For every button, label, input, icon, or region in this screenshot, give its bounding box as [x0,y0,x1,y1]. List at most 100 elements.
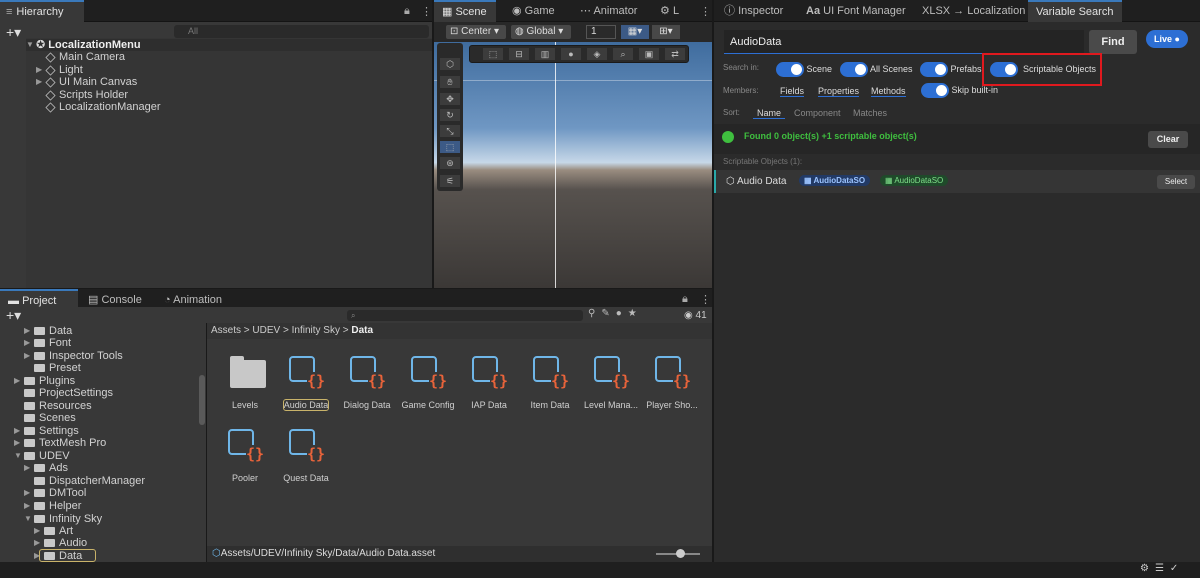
tree-scrollbar[interactable] [199,375,205,425]
gameobject-icon [45,90,56,101]
project-folder[interactable]: ▶ Data [24,325,72,337]
hierarchy-item[interactable]: Scripts Holder [45,89,128,101]
project-folder[interactable]: Resources [14,400,92,412]
methods-filter[interactable]: Methods [871,86,906,97]
hierarchy-item[interactable]: ▶ UI Main Canvas [36,76,137,88]
asset-item[interactable]: {} Item Data [521,354,579,410]
asset-item[interactable]: {} IAP Data [460,354,518,410]
select-button[interactable]: Select [1157,175,1195,189]
move-tool-icon[interactable]: ✥ [439,92,461,106]
icon-size-slider-thumb[interactable] [676,549,685,558]
grid-icon: ▦ [442,6,453,18]
project-folder[interactable]: ▶ Helper [24,500,81,512]
project-folder[interactable]: ▶ Font [24,337,71,349]
project-folder[interactable]: ▶ Settings [14,425,79,437]
rect-transform-icon[interactable]: ⬚ [439,140,461,154]
project-folder[interactable]: ▶ Ads [24,462,68,474]
project-folder[interactable]: ▼ Infinity Sky [24,513,102,525]
all-scenes-toggle[interactable]: All Scenes [840,62,913,77]
project-folder[interactable]: ▼ UDEV [14,450,70,462]
breadcrumb-item[interactable]: Infinity Sky [292,325,340,336]
live-toggle[interactable]: Live ● [1146,30,1188,48]
asset-item[interactable]: {} Level Mana... [582,354,640,410]
breadcrumb-item[interactable]: Data [351,325,373,336]
project-folder[interactable]: ▶ Audio [34,537,87,549]
snap-toggle-button[interactable]: ⊞▾ [652,25,680,39]
properties-filter[interactable]: Properties [818,86,860,97]
tab-localization[interactable]: ⚙ L [652,0,692,22]
sort-name[interactable]: Name [753,108,786,119]
grid-tool-icon[interactable]: ▥ [534,47,556,61]
tab-game[interactable]: ◉ Game [504,0,563,22]
lock-icon[interactable]: 🔒︎ [404,5,410,18]
tab-xlsx-localization[interactable]: XLSX → Localization [914,0,1033,22]
prefabs-toggle[interactable]: Prefabs [920,62,982,77]
scene-view[interactable] [434,42,712,288]
filter-icons[interactable]: ⚲✎●★ [588,308,643,319]
hierarchy-item[interactable]: Main Camera [45,51,125,63]
rotate-tool-icon[interactable]: ↻ [439,108,461,122]
hierarchy-item[interactable]: ▶ Light [36,64,83,76]
asset-item[interactable]: {} Pooler [216,427,274,483]
project-search[interactable]: ⌕ [347,310,583,321]
hierarchy-item[interactable]: LocalizationManager [45,101,161,113]
more-menu-icon[interactable]: ⋮ [700,293,711,306]
result-row[interactable] [714,170,1200,193]
circle-tool-icon[interactable]: ● [560,47,582,61]
asset-item[interactable]: {} Game Config [399,354,457,410]
project-folder[interactable]: ▶ Art [34,525,73,537]
tab-variable-search[interactable]: Variable Search [1028,0,1122,22]
camera-tool-icon[interactable]: ▣ [638,47,660,61]
grid-snap-input[interactable]: 1 [586,25,616,39]
project-folder[interactable]: Preset [24,362,81,374]
transform-all-icon[interactable]: ⊛ [439,156,461,170]
tab-scene[interactable]: ▦ Scene [434,0,496,22]
grid-toggle-button[interactable]: ▦▾ [621,25,649,39]
clear-button[interactable]: Clear [1148,131,1188,148]
asset-item[interactable]: Levels [216,354,274,410]
lock-icon[interactable]: 🔒︎ [682,293,688,306]
rect-tool-icon[interactable]: ⬚ [482,47,504,61]
asset-item[interactable]: {} Dialog Data [338,354,396,410]
hand-tool-icon[interactable]: ✋︎ [439,75,461,89]
scene-gizmo-line [555,42,556,288]
create-button[interactable]: +▾ [6,24,21,41]
more-menu-icon[interactable]: ⋮ [700,5,711,18]
project-folder[interactable]: Scenes [14,412,76,424]
more-menu-icon[interactable]: ⋮ [421,5,432,18]
skip-builtin-toggle[interactable]: Skip built-in [921,83,998,98]
project-folder[interactable]: ▶ DMTool [24,487,86,499]
status-icons[interactable]: ⚙☰✓ [1140,563,1184,574]
project-folder[interactable]: ProjectSettings [14,387,113,399]
layers-tool-icon[interactable]: ◈ [586,47,608,61]
hierarchy-search[interactable]: All [174,25,429,38]
sort-component[interactable]: Component [794,108,841,118]
scene-toggle[interactable]: Scene [776,62,832,77]
tab-animator[interactable]: ⋯ Animator [572,0,645,22]
fields-filter[interactable]: Fields [780,86,805,97]
project-folder[interactable]: ▶ Inspector Tools [24,350,123,362]
find-button[interactable]: Find [1089,30,1137,54]
sort-matches[interactable]: Matches [853,108,887,118]
space-dropdown[interactable]: ◍ Global ▾ [511,25,571,39]
custom-tool-icon[interactable]: ⚟ [439,174,461,188]
breadcrumb-item[interactable]: UDEV [252,325,280,336]
create-asset-button[interactable]: +▾ [6,307,21,324]
tab-inspector[interactable]: ⓘ Inspector [716,0,791,22]
asset-item[interactable]: {} Player Sho... [643,354,701,410]
zoom-tool-icon[interactable]: ⌕ [612,47,634,61]
project-folder[interactable]: ▶ Plugins [14,375,75,387]
scene-root[interactable]: ▼ ✪ LocalizationMenu [26,39,432,51]
shuffle-tool-icon[interactable]: ⇄ [664,47,686,61]
view-tool-icon[interactable]: ⬡ [439,57,461,71]
scale-tool-icon[interactable]: ⤡ [439,124,461,138]
project-folder[interactable]: DispatcherManager [24,475,145,487]
align-tool-icon[interactable]: ⊟ [508,47,530,61]
tab-hierarchy[interactable]: ≡ Hierarchy [0,0,84,22]
tab-ui-font-manager[interactable]: Aa UI Font Manager [798,0,914,22]
pivot-dropdown[interactable]: ⊡ Center ▾ [446,25,506,39]
breadcrumb-item[interactable]: Assets [211,325,241,336]
search-query-input[interactable]: AudioData [724,30,1084,54]
project-folder[interactable]: ▶ TextMesh Pro [14,437,106,449]
asset-item[interactable]: {} Quest Data [277,427,335,483]
